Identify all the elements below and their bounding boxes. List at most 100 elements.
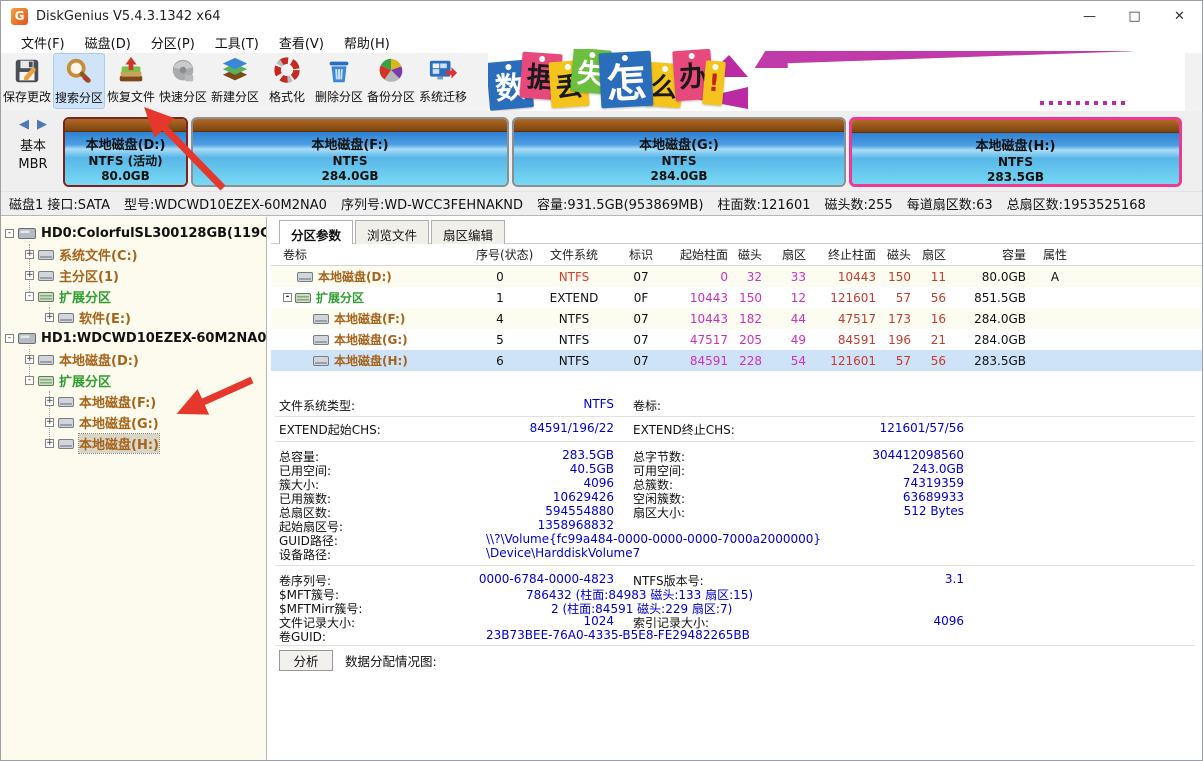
format-button[interactable]: 格式化 [261,53,313,109]
table-row-h[interactable]: 本地磁盘(H:) 6 NTFS 07 84591 228 54 121601 5… [271,350,1202,371]
partition-bar-d[interactable]: 本地磁盘(D:) NTFS (活动) 80.0GB [63,117,188,187]
tab-partition-params[interactable]: 分区参数 [279,220,354,244]
window-title: DiskGenius V5.4.3.1342 x64 [36,8,221,24]
tree-expander[interactable]: + [45,313,54,322]
tree-item-d[interactable]: + 本地磁盘(D:) [25,349,139,370]
table-row-d[interactable]: 本地磁盘(D:) 0 NTFS 07 0 32 33 10443 150 11 … [271,266,1202,287]
ad-tag: ! [702,60,726,106]
tree-expander[interactable]: - [25,376,34,385]
partition-bar-h[interactable]: 本地磁盘(H:) NTFS 283.5GB [849,117,1182,187]
tab-browse-files[interactable]: 浏览文件 [355,220,430,244]
partition-tree: - HD0:ColorfulSL300128GB(119GB) + 系统文件(C… [1,217,267,760]
analyze-button[interactable]: 分析 [279,650,333,671]
detail-line: 起始扇区号: 1358968832 [279,518,614,534]
menu-tools[interactable]: 工具(T) [205,31,269,54]
tree-expander[interactable]: + [45,397,54,406]
extended-partition-icon [38,375,54,386]
recover-files-icon [119,56,143,82]
disk-icon [18,333,36,344]
floppy-save-icon [15,59,39,83]
partition-icon [38,249,54,260]
partition-bar-f[interactable]: 本地磁盘(F:) NTFS 284.0GB [191,117,509,187]
close-button[interactable]: ✕ [1157,1,1202,31]
tree-item-g[interactable]: + 本地磁盘(G:) [45,412,159,433]
table-row-extended[interactable]: - 扩展分区 1 EXTEND 0F 10443 150 12 121601 5… [271,287,1202,308]
recover-files-button[interactable]: 恢复文件 [105,53,157,109]
table-row-g[interactable]: 本地磁盘(G:) 5 NTFS 07 47517 205 49 84591 19… [271,329,1202,350]
partition-icon [58,312,74,323]
partition-icon [58,438,74,449]
detail-line: 总扇区数: 594554880 扇区大小: 512 Bytes [279,504,964,520]
detail-line: 文件记录大小: 1024 索引记录大小: 4096 [279,614,964,630]
detail-line-mftmirr: $MFTMirr簇号: 2 (柱面:84591 磁头:229 扇区:7) [279,602,733,616]
tree-expander[interactable]: - [5,334,14,343]
prev-disk-icon[interactable]: ◀ [19,117,29,132]
quick-partition-button[interactable]: 快速分区 [157,53,209,109]
tab-sector-edit[interactable]: 扇区编辑 [431,220,506,244]
menu-disk[interactable]: 磁盘(D) [75,31,141,54]
maximize-button[interactable]: □ [1112,1,1157,31]
tree-item-primary[interactable]: + 主分区(1) [25,265,119,286]
tree-item-f[interactable]: + 本地磁盘(F:) [45,391,156,412]
tree-item-hd0[interactable]: - HD0:ColorfulSL300128GB(119GB) [5,223,266,244]
detail-panel: 分区参数 浏览文件 扇区编辑 卷标 序号(状态) 文件系统 标识 起始柱面 磁头… [271,217,1202,760]
table-row-f[interactable]: 本地磁盘(F:) 4 NTFS 07 10443 182 44 47517 17… [271,308,1202,329]
partition-icon [297,271,313,282]
tree-expander[interactable]: + [25,271,34,280]
next-disk-icon[interactable]: ▶ [37,117,47,132]
menu-help[interactable]: 帮助(H) [334,31,400,54]
partition-icon [38,270,54,281]
detail-line-volguid: 卷GUID: 23B73BEE-76A0-4335-B5E8-FE2948226… [279,628,750,644]
tree-item-h[interactable]: + 本地磁盘(H:) [45,433,160,454]
detail-line: 已用空间: 40.5GB 可用空间: 243.0GB [279,462,964,478]
tree-expander[interactable]: + [25,355,34,364]
tab-bar: 分区参数 浏览文件 扇区编辑 [279,220,507,244]
format-icon [274,57,300,83]
partition-icon [313,313,329,324]
disk-nav: ◀ ▶ 基本 MBR [7,117,59,183]
new-partition-icon [222,57,248,81]
backup-pie-icon [379,58,403,82]
detail-line: 簇大小: 4096 总簇数: 74319359 [279,476,964,492]
detail-line-extendchs: EXTEND起始CHS: 84591/196/22 EXTEND终止CHS: 121… [279,421,964,437]
trash-icon [329,61,349,83]
delete-partition-button[interactable]: 删除分区 [313,53,365,109]
disk-scheme-label: MBR [18,157,48,172]
title-bar: G DiskGenius V5.4.3.1342 x64 — □ ✕ [1,1,1202,31]
partition-icon [58,417,74,428]
ad-tag: 怎 [598,50,654,109]
tree-item-hd1[interactable]: - HD1:WDCWD10EZEX-60M2NA0(932G [5,328,266,349]
detail-line: 已用簇数: 10629426 空闲簇数: 63689933 [279,490,964,506]
tree-item-ext0[interactable]: - 扩展分区 [25,286,111,307]
partition-icon [313,355,329,366]
tree-expander[interactable]: + [45,439,54,448]
partition-bar-g[interactable]: 本地磁盘(G:) NTFS 284.0GB [512,117,846,187]
menu-file[interactable]: 文件(F) [11,31,75,54]
tree-item-ext1[interactable]: - 扩展分区 [25,370,111,391]
partition-icon [58,396,74,407]
tree-expander[interactable]: - [25,292,34,301]
tree-expander[interactable]: + [25,250,34,259]
tree-expander[interactable]: + [45,418,54,427]
system-migrate-icon [429,60,458,80]
menu-partition[interactable]: 分区(P) [141,31,205,54]
detail-line-mft: $MFT簇号: 786432 (柱面:84983 磁头:133 扇区:15) [279,588,754,602]
search-partition-button[interactable]: 搜索分区 [53,53,105,109]
minimize-button[interactable]: — [1067,1,1112,31]
save-changes-button[interactable]: 保存更改 [1,53,53,109]
app-logo-icon: G [11,7,28,25]
ad-banner[interactable]: 数 据 丢 失 怎 么 办 ! [488,49,1185,111]
search-icon [66,58,91,83]
tree-expander[interactable]: - [283,293,292,302]
tree-expander[interactable]: - [5,229,14,238]
tree-item-e[interactable]: + 软件(E:) [45,307,131,328]
extended-partition-icon [295,292,311,303]
backup-partition-button[interactable]: 备份分区 [365,53,417,109]
tree-item-c[interactable]: + 系统文件(C:) [25,244,138,265]
quick-partition-icon [172,59,194,82]
detail-line-device-path: 设备路径: \Device\HarddiskVolume7 [279,546,641,562]
system-migrate-button[interactable]: 系统迁移 [417,53,469,109]
table-header: 卷标 序号(状态) 文件系统 标识 起始柱面 磁头 扇区 终止柱面 磁头 扇区 … [271,244,1202,266]
new-partition-button[interactable]: 新建分区 [209,53,261,109]
menu-view[interactable]: 查看(V) [269,31,334,54]
